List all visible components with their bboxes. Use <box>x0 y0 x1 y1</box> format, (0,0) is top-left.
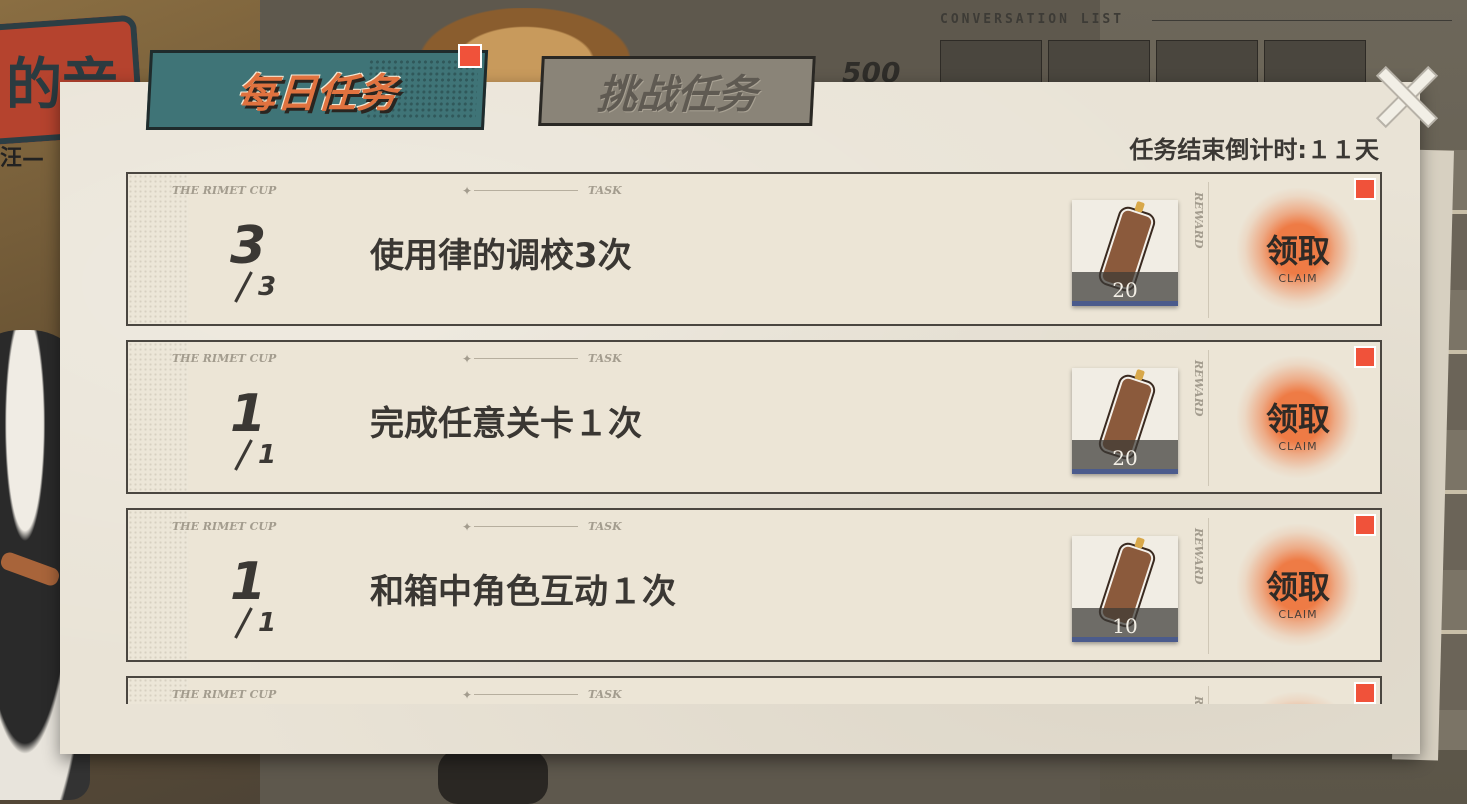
task-tag: TASK <box>588 352 622 365</box>
progress-current: 3 <box>230 216 267 276</box>
claim-label: 领取 <box>1265 568 1330 606</box>
deco-line <box>474 358 578 359</box>
claim-notification-badge <box>1354 682 1376 704</box>
claim-notification-badge <box>1354 514 1376 536</box>
task-card: THE RIMET CUP ✦ TASK 1 1 和箱中角色互动１次 10 RE… <box>126 508 1382 662</box>
conversation-thumbnails <box>940 40 1366 88</box>
series-label: THE RIMET CUP <box>172 184 277 197</box>
claim-button[interactable]: 领取 CLAIM <box>1234 356 1362 478</box>
reward-divider <box>1208 686 1209 704</box>
close-icon[interactable] <box>1376 66 1438 128</box>
claim-label-en: CLAIM <box>1278 608 1318 621</box>
reward-label: REWARD <box>1192 360 1205 417</box>
side-text: 汪— <box>0 146 45 171</box>
diamond-icon: ✦ <box>462 688 473 702</box>
tab-daily-tasks[interactable]: 每日任务 <box>145 50 489 130</box>
task-description: 完成任意关卡１次 <box>370 404 642 444</box>
reward-count: 20 <box>1112 446 1138 470</box>
task-card: THE RIMET CUP ✦ TASK R <box>126 676 1382 704</box>
deco-line <box>474 526 578 527</box>
progress-current: 1 <box>230 552 267 612</box>
reward-count: 10 <box>1112 614 1138 638</box>
task-tag: TASK <box>588 688 622 701</box>
conversation-divider <box>1152 20 1452 21</box>
claim-button[interactable] <box>1234 692 1362 704</box>
conversation-thumb-girl <box>940 40 1042 88</box>
diamond-icon: ✦ <box>462 352 473 366</box>
task-description: 和箱中角色互动１次 <box>370 572 676 612</box>
reward-label: REWARD <box>1192 528 1205 585</box>
reward-item-slot[interactable]: 10 <box>1072 536 1178 642</box>
claim-notification-badge <box>1354 346 1376 368</box>
tab-challenge-tasks[interactable]: 挑战任务 <box>538 56 816 126</box>
tab-daily-label: 每日任务 <box>235 71 398 117</box>
countdown-timer: 任务结束倒计时:１１天 <box>1129 136 1379 164</box>
conversation-thumb-coin <box>1156 40 1258 88</box>
claim-label: 领取 <box>1265 400 1330 438</box>
progress-total: 3 <box>258 272 277 302</box>
series-label: THE RIMET CUP <box>172 688 277 701</box>
claim-button[interactable]: 领取 CLAIM <box>1234 188 1362 310</box>
conversation-thumb-amber <box>1048 40 1150 88</box>
claim-label-en: CLAIM <box>1278 272 1318 285</box>
reward-divider <box>1208 518 1209 654</box>
conversation-list-label: CONVERSATION LIST <box>940 12 1125 27</box>
task-card: THE RIMET CUP ✦ TASK 1 1 完成任意关卡１次 20 REW… <box>126 340 1382 494</box>
task-description: 使用律的调校3次 <box>370 236 632 276</box>
task-list[interactable]: THE RIMET CUP ✦ TASK 3 3 使用律的调校3次 20 REW… <box>126 172 1382 704</box>
diamond-icon: ✦ <box>462 520 473 534</box>
diamond-icon: ✦ <box>462 184 473 198</box>
task-tag: TASK <box>588 520 622 533</box>
reward-item-slot[interactable]: 20 <box>1072 368 1178 474</box>
reward-count: 20 <box>1112 278 1138 302</box>
progress-total: 1 <box>258 608 277 638</box>
reward-label: REWARD <box>1192 192 1205 249</box>
deco-line <box>474 694 578 695</box>
claim-label: 领取 <box>1265 232 1330 270</box>
deco-line <box>474 190 578 191</box>
series-label: THE RIMET CUP <box>172 520 277 533</box>
reward-divider <box>1208 350 1209 486</box>
reward-divider <box>1208 182 1209 318</box>
series-label: THE RIMET CUP <box>172 352 277 365</box>
conversation-thumb-shard <box>1264 40 1366 88</box>
daily-tab-notification-badge <box>458 44 482 68</box>
progress-current: 1 <box>230 384 267 444</box>
reward-item-slot[interactable]: 20 <box>1072 200 1178 306</box>
progress-total: 1 <box>258 440 277 470</box>
reward-label: R <box>1192 696 1205 704</box>
tab-challenge-label: 挑战任务 <box>595 72 758 118</box>
task-card: THE RIMET CUP ✦ TASK 3 3 使用律的调校3次 20 REW… <box>126 172 1382 326</box>
claim-notification-badge <box>1354 178 1376 200</box>
claim-button[interactable]: 领取 CLAIM <box>1234 524 1362 646</box>
paw-icon <box>438 750 548 804</box>
task-tag: TASK <box>588 184 622 197</box>
claim-label-en: CLAIM <box>1278 440 1318 453</box>
